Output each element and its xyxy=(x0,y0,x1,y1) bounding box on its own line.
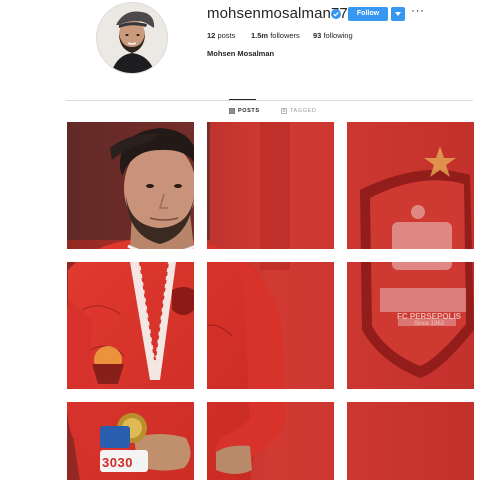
suggestions-dropdown-button[interactable] xyxy=(391,7,405,21)
followers-label: followers xyxy=(270,31,300,40)
following-count: 93 xyxy=(313,31,322,40)
photo-tile[interactable]: 3030 xyxy=(67,402,194,480)
photo-tile[interactable] xyxy=(347,402,474,480)
photo-tile[interactable] xyxy=(207,262,334,389)
profile-full-name: Mohsen Mosalman xyxy=(207,49,275,58)
following-label: following xyxy=(323,31,353,40)
photo-tile[interactable] xyxy=(347,122,474,249)
crest-caption: FC PERSEPOLIS Since 1963 xyxy=(389,312,469,327)
followers-count: 1.5m xyxy=(251,31,269,40)
photo-tile[interactable] xyxy=(67,122,194,249)
posts-label: posts xyxy=(217,31,236,40)
tabs-divider xyxy=(66,100,473,101)
photo-tile[interactable]: FC PERSEPOLIS Since 1963 xyxy=(347,262,474,389)
photo-tile[interactable] xyxy=(207,402,334,480)
chevron-down-icon xyxy=(395,12,401,16)
verified-badge-icon xyxy=(331,9,341,19)
posts-grid: FC PERSEPOLIS Since 1963 3030 xyxy=(0,0,496,480)
crest-name: FC PERSEPOLIS xyxy=(396,312,461,321)
jersey-number: 3030 xyxy=(102,455,133,470)
active-tab-indicator xyxy=(229,99,256,100)
photo-tile[interactable] xyxy=(67,262,194,389)
tab-tagged[interactable]: TAGGED xyxy=(281,108,316,114)
profile-username: mohsenmosalman77 xyxy=(207,5,348,22)
follow-button[interactable]: Follow xyxy=(348,7,388,21)
tab-posts[interactable]: POSTS xyxy=(229,108,260,114)
more-options-button[interactable]: ··· xyxy=(411,4,425,16)
posts-stat: 12 posts xyxy=(207,31,235,40)
followers-stat[interactable]: 1.5m followers xyxy=(251,31,300,40)
profile-avatar[interactable] xyxy=(96,2,168,74)
grid-icon xyxy=(229,108,235,114)
tab-posts-label: POSTS xyxy=(238,108,260,114)
crest-year: Since 1963 xyxy=(413,321,445,327)
following-stat[interactable]: 93 following xyxy=(313,31,353,40)
posts-count: 12 xyxy=(207,31,216,40)
photo-tile[interactable] xyxy=(207,122,334,249)
tab-tagged-label: TAGGED xyxy=(290,108,317,114)
tag-icon xyxy=(281,108,287,114)
